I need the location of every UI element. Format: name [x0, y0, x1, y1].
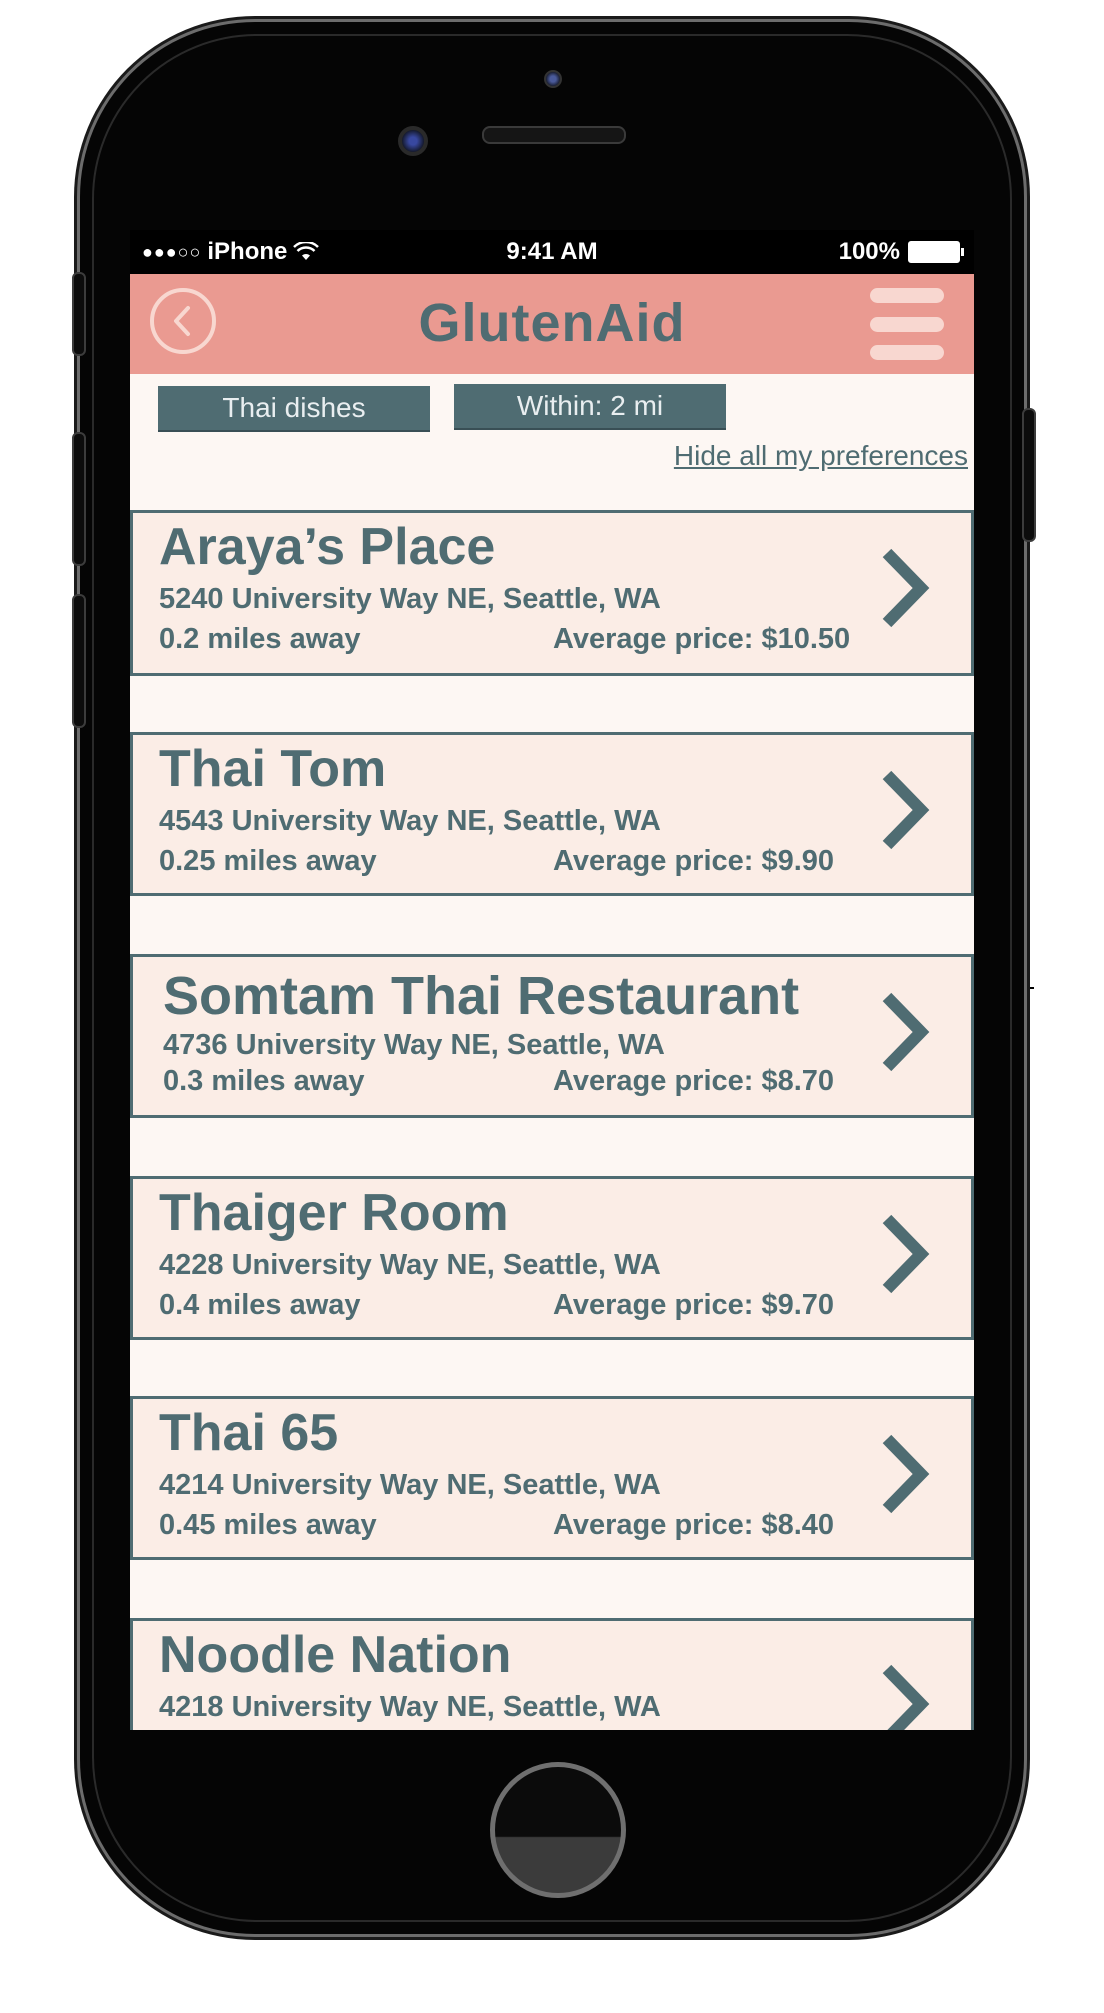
chevron-right-icon [882, 1664, 930, 1730]
restaurant-name: Thai Tom [159, 740, 387, 798]
restaurant-address: 4543 University Way NE, Seattle, WA [159, 805, 661, 837]
filter-chip-distance[interactable]: Within: 2 mi [454, 384, 726, 430]
restaurant-name: Araya’s Place [159, 518, 496, 576]
restaurant-name: Noodle Nation [159, 1626, 512, 1684]
chevron-right-icon [882, 992, 930, 1072]
filter-chip-cuisine[interactable]: Thai dishes [158, 386, 430, 432]
restaurant-price: Average price: $8.70 [553, 1065, 835, 1097]
chevron-right-icon [882, 770, 930, 850]
restaurant-address: 4218 University Way NE, Seattle, WA [159, 1691, 661, 1723]
restaurant-card[interactable]: Thai 65 4214 University Way NE, Seattle,… [130, 1396, 974, 1560]
restaurant-card[interactable]: Araya’s Place 5240 University Way NE, Se… [130, 510, 974, 676]
mute-switch [72, 272, 86, 356]
app-screen: ●●●○○ iPhone 9:41 AM 100% GlutenAid Thai… [130, 230, 974, 1730]
power-button [1022, 408, 1036, 542]
app-header: GlutenAid [130, 274, 974, 374]
hide-preferences-link[interactable]: Hide all my preferences [674, 440, 968, 472]
app-title: GlutenAid [418, 293, 686, 353]
stage: ●●●○○ iPhone 9:41 AM 100% GlutenAid Thai… [0, 0, 1104, 2013]
battery-icon [908, 241, 964, 263]
front-camera-icon [398, 126, 428, 156]
hamburger-menu-icon [870, 345, 944, 360]
restaurant-card[interactable]: Noodle Nation 4218 University Way NE, Se… [130, 1618, 974, 1730]
restaurant-distance: 0.2 miles away [159, 623, 361, 655]
restaurant-card[interactable]: Thai Tom 4543 University Way NE, Seattle… [130, 732, 974, 896]
earpiece-speaker [482, 126, 626, 144]
hamburger-menu-icon [870, 288, 944, 303]
restaurant-address: 4214 University Way NE, Seattle, WA [159, 1469, 661, 1501]
restaurant-card[interactable]: Somtam Thai Restaurant 4736 University W… [130, 954, 974, 1118]
menu-button[interactable] [870, 288, 944, 360]
restaurant-distance: 0.4 miles away [159, 1289, 361, 1321]
restaurant-price: Average price: $9.70 [553, 1289, 835, 1321]
hamburger-menu-icon [870, 316, 944, 332]
chevron-right-icon [882, 548, 930, 628]
restaurant-address: 4228 University Way NE, Seattle, WA [159, 1249, 661, 1281]
volume-up-button [72, 432, 86, 566]
status-right: 100% [838, 238, 964, 266]
restaurant-distance: 0.25 miles away [159, 845, 377, 877]
restaurant-address: 4736 University Way NE, Seattle, WA [163, 1029, 665, 1061]
restaurant-price: Average price: $8.40 [553, 1509, 835, 1541]
status-bar: ●●●○○ iPhone 9:41 AM 100% [130, 230, 974, 274]
battery-percent: 100% [838, 238, 900, 265]
restaurant-card[interactable]: Thaiger Room 4228 University Way NE, Sea… [130, 1176, 974, 1340]
restaurant-distance: 0.3 miles away [163, 1065, 365, 1097]
restaurant-address: 5240 University Way NE, Seattle, WA [159, 583, 661, 615]
restaurant-price: Average price: $9.90 [553, 845, 835, 877]
restaurant-price: Average price: $10.50 [553, 623, 851, 655]
restaurant-distance: 0.45 miles away [159, 1509, 377, 1541]
volume-down-button [72, 594, 86, 728]
chevron-right-icon [882, 1214, 930, 1294]
restaurant-name: Thaiger Room [159, 1184, 509, 1242]
proximity-sensor-icon [544, 70, 562, 88]
restaurant-name: Somtam Thai Restaurant [163, 966, 800, 1026]
restaurant-name: Thai 65 [159, 1404, 339, 1462]
home-button[interactable] [490, 1762, 626, 1898]
chevron-right-icon [882, 1434, 930, 1514]
